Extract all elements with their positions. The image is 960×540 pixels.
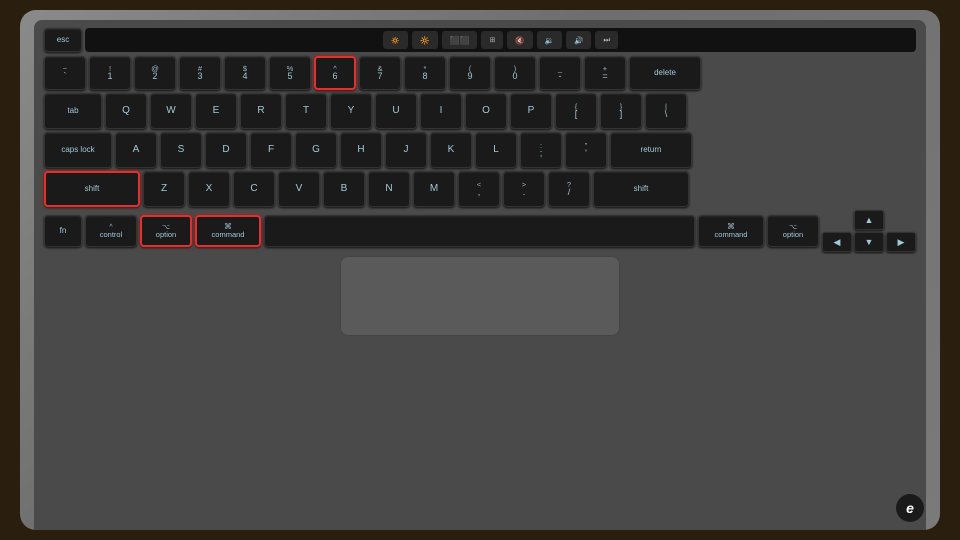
key-r[interactable]: R [240, 93, 282, 129]
key-u[interactable]: U [375, 93, 417, 129]
key-m[interactable]: M [413, 171, 455, 207]
key-backslash[interactable]: | \ [645, 93, 687, 129]
key-w[interactable]: W [150, 93, 192, 129]
key-semicolon[interactable]: : ; [520, 132, 562, 168]
key-slash[interactable]: ? / [548, 171, 590, 207]
key-f[interactable]: F [250, 132, 292, 168]
key-backtick[interactable]: ~ ` [44, 56, 86, 90]
key-x[interactable]: X [188, 171, 230, 207]
key-arrow-up[interactable]: ▲ [854, 210, 884, 230]
key-8[interactable]: * 8 [404, 56, 446, 90]
touchbar-play-pause[interactable]: ⏭ [595, 31, 618, 49]
key-3[interactable]: # 3 [179, 56, 221, 90]
key-y[interactable]: Y [330, 93, 372, 129]
key-k[interactable]: K [430, 132, 472, 168]
touchbar: 🔅 🔆 ⬛⬛ ⊞ 🔇 🔉 🔊 ⏭ [85, 28, 916, 52]
engadget-logo: e [896, 494, 924, 522]
key-option-left[interactable]: ⌥ option [140, 215, 192, 247]
key-fn[interactable]: fn [44, 215, 82, 247]
touchbar-vol-down[interactable]: 🔉 [537, 31, 562, 49]
bottom-row: fn ^ control ⌥ option ⌘ command ⌘ comman… [44, 210, 916, 252]
number-row: ~ ` ! 1 @ 2 # 3 $ 4 % 5 [44, 56, 916, 90]
key-capslock[interactable]: caps lock [44, 132, 112, 168]
key-option-right[interactable]: ⌥ option [767, 215, 819, 247]
key-n[interactable]: N [368, 171, 410, 207]
touchbar-mission-control[interactable]: ⬛⬛ [442, 31, 478, 49]
key-comma[interactable]: < , [458, 171, 500, 207]
key-0[interactable]: ) 0 [494, 56, 536, 90]
key-e[interactable]: E [195, 93, 237, 129]
key-tab[interactable]: tab [44, 93, 102, 129]
key-6[interactable]: ^ 6 [314, 56, 356, 90]
key-t[interactable]: T [285, 93, 327, 129]
key-delete[interactable]: delete [629, 56, 701, 90]
key-b[interactable]: B [323, 171, 365, 207]
keyboard-area: esc 🔅 🔆 ⬛⬛ ⊞ 🔇 🔉 🔊 ⏭ ~ ` ! 1 [34, 20, 926, 530]
key-h[interactable]: H [340, 132, 382, 168]
key-v[interactable]: V [278, 171, 320, 207]
key-7[interactable]: & 7 [359, 56, 401, 90]
key-bracket-right[interactable]: } ] [600, 93, 642, 129]
key-p[interactable]: P [510, 93, 552, 129]
asdf-row: caps lock A S D F G H J K L : ; " ' retu… [44, 132, 916, 168]
key-command-right[interactable]: ⌘ command [698, 215, 764, 247]
key-c[interactable]: C [233, 171, 275, 207]
function-row: esc 🔅 🔆 ⬛⬛ ⊞ 🔇 🔉 🔊 ⏭ [44, 28, 916, 52]
key-5[interactable]: % 5 [269, 56, 311, 90]
key-q[interactable]: Q [105, 93, 147, 129]
key-command-left[interactable]: ⌘ command [195, 215, 261, 247]
key-4[interactable]: $ 4 [224, 56, 266, 90]
key-i[interactable]: I [420, 93, 462, 129]
laptop-body: esc 🔅 🔆 ⬛⬛ ⊞ 🔇 🔉 🔊 ⏭ ~ ` ! 1 [20, 10, 940, 530]
key-equals[interactable]: + = [584, 56, 626, 90]
key-shift-left[interactable]: shift [44, 171, 140, 207]
key-d[interactable]: D [205, 132, 247, 168]
key-z[interactable]: Z [143, 171, 185, 207]
key-l[interactable]: L [475, 132, 517, 168]
key-o[interactable]: O [465, 93, 507, 129]
key-arrow-left[interactable]: ◀ [822, 232, 852, 252]
touchbar-launchpad[interactable]: ⊞ [481, 31, 503, 49]
key-g[interactable]: G [295, 132, 337, 168]
zxcv-row: shift Z X C V B N M < , > . ? / shift [44, 171, 916, 207]
trackpad[interactable] [340, 256, 620, 336]
key-arrow-right[interactable]: ▶ [886, 232, 916, 252]
key-a[interactable]: A [115, 132, 157, 168]
key-space[interactable] [264, 215, 695, 247]
touchbar-vol-up[interactable]: 🔊 [566, 31, 591, 49]
key-period[interactable]: > . [503, 171, 545, 207]
key-s[interactable]: S [160, 132, 202, 168]
key-j[interactable]: J [385, 132, 427, 168]
key-shift-right[interactable]: shift [593, 171, 689, 207]
key-9[interactable]: ( 9 [449, 56, 491, 90]
key-bracket-left[interactable]: { [ [555, 93, 597, 129]
touchbar-brightness-up[interactable]: 🔆 [412, 31, 437, 49]
key-quote[interactable]: " ' [565, 132, 607, 168]
key-1[interactable]: ! 1 [89, 56, 131, 90]
key-control[interactable]: ^ control [85, 215, 137, 247]
key-2[interactable]: @ 2 [134, 56, 176, 90]
arrow-cluster: ▲ ◀ ▼ ▶ [822, 210, 916, 252]
key-return[interactable]: return [610, 132, 692, 168]
esc-key[interactable]: esc [44, 28, 82, 52]
key-arrow-down[interactable]: ▼ [854, 232, 884, 252]
qwerty-row: tab Q W E R T Y U I O P { [ } ] | \ [44, 93, 916, 129]
key-minus[interactable]: _ - [539, 56, 581, 90]
touchbar-brightness-down[interactable]: 🔅 [383, 31, 408, 49]
touchbar-mute[interactable]: 🔇 [507, 31, 532, 49]
